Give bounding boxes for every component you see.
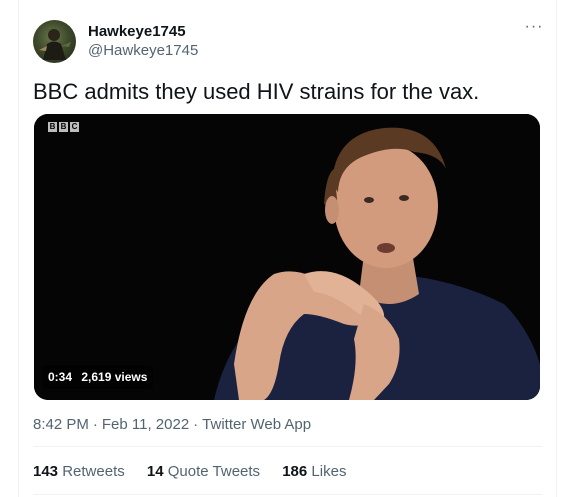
likes-count: 186 bbox=[282, 463, 308, 480]
separator-dot: · bbox=[92, 416, 98, 433]
divider bbox=[33, 446, 542, 447]
bbc-logo-letter: B bbox=[48, 122, 57, 132]
video-player[interactable]: B B C 0:34 2,619 views bbox=[34, 114, 540, 400]
video-frame bbox=[34, 114, 540, 400]
quote-tweets-stat[interactable]: 14 Quote Tweets bbox=[147, 463, 260, 480]
bbc-logo-letter: B bbox=[59, 122, 68, 132]
separator-dot: · bbox=[193, 416, 199, 433]
avatar-icon bbox=[39, 29, 71, 60]
tweet-text: BBC admits they used HIV strains for the… bbox=[33, 79, 480, 104]
user-handle[interactable]: @Hawkeye1745 bbox=[88, 41, 198, 60]
tweet-card: Hawkeye1745 @Hawkeye1745 ··· BBC admits … bbox=[18, 0, 557, 497]
video-views: 2,619 views bbox=[81, 370, 148, 384]
display-name[interactable]: Hawkeye1745 bbox=[88, 22, 198, 41]
tweet-time[interactable]: 8:42 PM bbox=[33, 416, 89, 433]
likes-stat[interactable]: 186 Likes bbox=[282, 463, 346, 480]
page: Hawkeye1745 @Hawkeye1745 ··· BBC admits … bbox=[0, 0, 567, 497]
tweet-source[interactable]: Twitter Web App bbox=[202, 416, 311, 433]
user-names: Hawkeye1745 @Hawkeye1745 bbox=[88, 22, 198, 60]
tweet-timestamp: 8:42 PM · Feb 11, 2022 · Twitter Web App bbox=[33, 415, 311, 434]
tweet-header: Hawkeye1745 @Hawkeye1745 ··· bbox=[33, 19, 545, 64]
retweets-label: Retweets bbox=[62, 463, 125, 480]
retweets-stat[interactable]: 143 Retweets bbox=[33, 463, 125, 480]
ellipsis-icon[interactable]: ··· bbox=[523, 19, 545, 38]
likes-label: Likes bbox=[311, 463, 347, 480]
video-stats-overlay: 0:34 2,619 views bbox=[42, 365, 154, 389]
tweet-date[interactable]: Feb 11, 2022 bbox=[102, 416, 189, 433]
engagement-stats: 143 Retweets 14 Quote Tweets 186 Likes bbox=[33, 462, 364, 481]
avatar[interactable] bbox=[33, 20, 76, 63]
quote-tweets-label: Quote Tweets bbox=[167, 463, 261, 480]
divider bbox=[33, 494, 542, 495]
bbc-logo-letter: C bbox=[70, 122, 79, 132]
quote-tweets-count: 14 bbox=[146, 463, 164, 480]
video-duration: 0:34 bbox=[48, 370, 73, 384]
bbc-logo: B B C bbox=[48, 122, 79, 132]
retweets-count: 143 bbox=[33, 463, 59, 480]
